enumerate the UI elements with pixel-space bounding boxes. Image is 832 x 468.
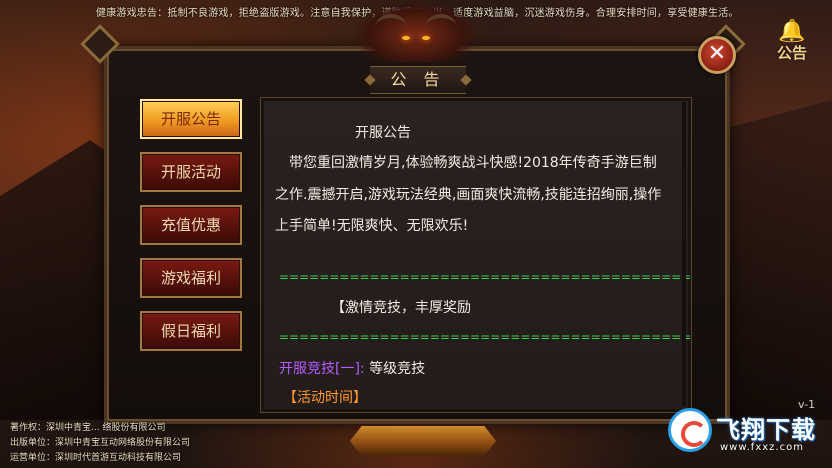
notice-button[interactable]: 🔔 公告	[770, 20, 814, 66]
horn-right	[426, 14, 456, 38]
event-value: 等级竞技	[369, 361, 426, 377]
tab-server-open-notice[interactable]: 开服公告	[140, 99, 242, 139]
watermark-url: www.fxxz.com	[720, 442, 804, 453]
footer-publisher: 出版单位：深圳中青宝互动网络股份有限公司	[10, 438, 191, 448]
content-scrollbar[interactable]	[682, 102, 686, 406]
tab-holiday-benefits[interactable]: 假日福利	[140, 311, 242, 351]
tab-game-benefits[interactable]: 游戏福利	[140, 258, 242, 298]
footer-operator: 运营单位：深圳时代首游互动科技有限公司	[10, 453, 182, 463]
horn-left	[376, 14, 406, 38]
close-icon: ✕	[707, 41, 727, 66]
announcement-content[interactable]: 开服公告 带您重回激情岁月,体验畅爽战斗快感!2018年传奇手游巨制 之作.震撼…	[260, 97, 692, 413]
demon-crest-icon	[356, 2, 476, 62]
section-heading: 【激情竞技，丰厚奖励	[331, 300, 471, 316]
content-divider-top: ========================================…	[279, 270, 692, 284]
gold-emblem	[350, 426, 496, 456]
tab-recharge-offers[interactable]: 充值优惠	[140, 205, 242, 245]
watermark-text: 飞翔下载	[716, 416, 816, 444]
event-key: 开服竞技[一]:	[279, 361, 365, 377]
event-line: 开服竞技[一]: 等级竞技	[279, 358, 691, 378]
notice-button-label: 公告	[776, 44, 807, 62]
content-paragraph-3: 上手简单!无限爽快、无限欢乐!	[275, 218, 469, 234]
game-screen: 健康游戏忠告：抵制不良游戏，拒绝盗版游戏。注意自我保护，谨防受骗上当。适度游戏益…	[0, 0, 832, 468]
tab-server-open-events[interactable]: 开服活动	[140, 152, 242, 192]
close-button[interactable]: ✕	[698, 36, 736, 74]
bell-icon: 🔔	[778, 19, 806, 44]
watermark: 飞翔下载 www.fxxz.com	[668, 408, 828, 458]
content-paragraph-2: 之作.震撼开启,游戏玩法经典,画面爽快流畅,技能连招绚丽,操作	[275, 187, 662, 203]
content-title: 开服公告	[355, 125, 411, 141]
content-divider-bottom: ========================================…	[279, 330, 692, 344]
watermark-logo-icon	[668, 408, 712, 452]
panel-title: 公 告	[370, 66, 466, 94]
footer-copyright: 著作权：深圳中青宝... 络股份有限公司	[10, 423, 166, 433]
demon-eye-left	[402, 36, 410, 40]
demon-eye-right	[422, 36, 430, 40]
event-time-label: 【活动时间】	[283, 390, 367, 406]
content-paragraph-1: 带您重回激情岁月,体验畅爽战斗快感!2018年传奇手游巨制	[289, 155, 657, 171]
